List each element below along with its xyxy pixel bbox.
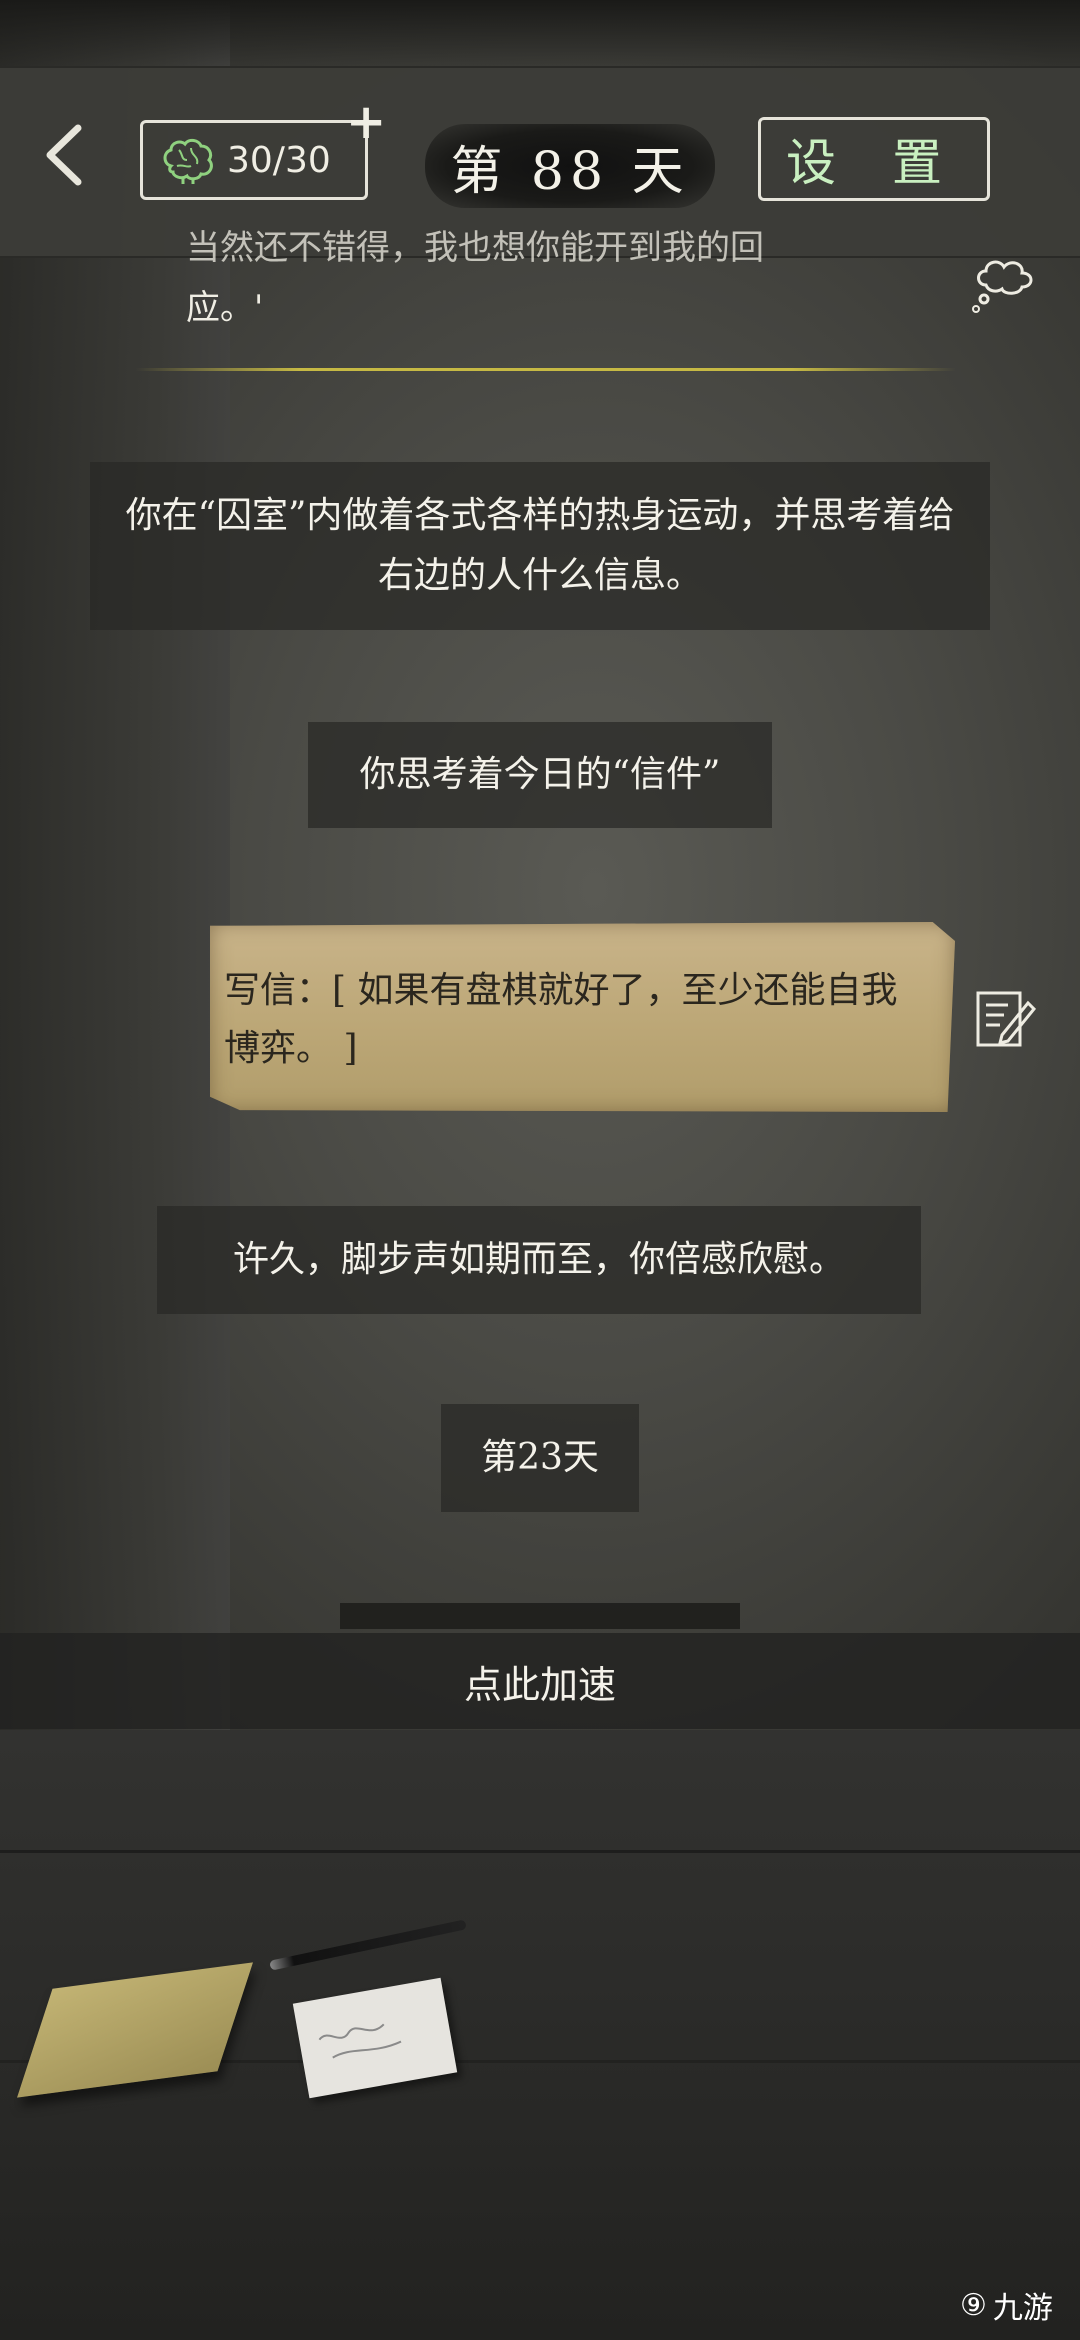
settings-button[interactable]: 设 置: [758, 117, 990, 201]
partial-dialogue: 当然还不错得，我也想你能开到我的回 应。': [186, 228, 966, 338]
progress-strip: [340, 1603, 740, 1629]
divider-line: [136, 368, 956, 371]
brain-count: 30/30: [227, 139, 331, 181]
narration-panel: 你在“囚室”内做着各式各样的热身运动，并思考着给右边的人什么信息。: [90, 462, 990, 630]
nine-game-logo-icon: ⑨: [960, 2287, 987, 2323]
add-energy-icon[interactable]: +: [346, 98, 386, 146]
ceiling-shadow: [0, 0, 1080, 70]
letter-note: 写信：[ 如果有盘棋就好了，至少还能自我博弈。 ]: [210, 922, 955, 1112]
watermark-text: 九游: [992, 2291, 1053, 2326]
speed-up-button[interactable]: 点此加速: [0, 1633, 1080, 1729]
day-marker-panel: 第23天: [441, 1404, 639, 1512]
partial-dialogue-line-2: 应。': [186, 288, 264, 328]
edit-letter-icon[interactable]: [972, 985, 1038, 1051]
floor-seam: [0, 1850, 1080, 1853]
site-watermark: ⑨ 九游: [960, 2280, 1070, 2330]
brain-energy-counter[interactable]: 30/30: [140, 120, 368, 200]
thought-bubble-icon[interactable]: [970, 255, 1040, 315]
partial-dialogue-line-1: 当然还不错得，我也想你能开到我的回: [186, 228, 764, 268]
narration-panel: 你思考着今日的“信件”: [308, 722, 772, 828]
chevron-left-icon: [46, 124, 82, 186]
back-button[interactable]: [38, 120, 98, 190]
day-counter-title: 第 88 天: [425, 124, 715, 208]
brain-icon: [163, 138, 213, 184]
narration-panel: 许久，脚步声如期而至，你倍感欣慰。: [157, 1206, 921, 1314]
